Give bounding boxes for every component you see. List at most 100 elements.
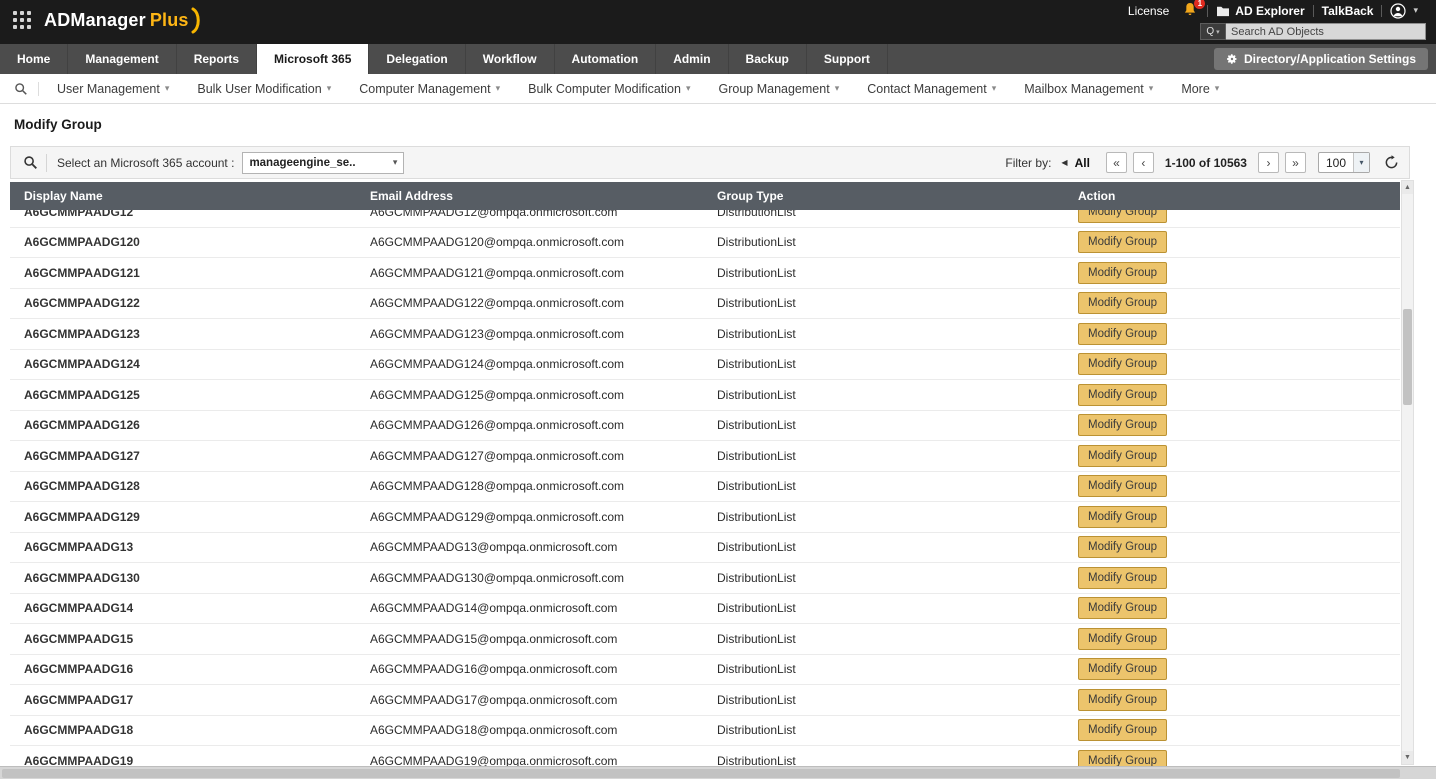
column-header-action[interactable]: Action (1064, 189, 1400, 203)
notification-badge: 1 (1194, 0, 1206, 9)
tab-management[interactable]: Management (68, 44, 177, 74)
table-row[interactable]: A6GCMMPAADG129 A6GCMMPAADG129@ompqa.onmi… (10, 502, 1400, 533)
modify-group-button[interactable]: Modify Group (1078, 475, 1168, 498)
table-row[interactable]: A6GCMMPAADG127 A6GCMMPAADG127@ompqa.onmi… (10, 441, 1400, 472)
app-launcher-icon[interactable] (13, 11, 33, 31)
tab-delegation[interactable]: Delegation (369, 44, 466, 74)
search-input[interactable] (1226, 23, 1426, 40)
modify-group-button[interactable]: Modify Group (1078, 383, 1168, 406)
cell-action: Modify Group (1064, 353, 1400, 376)
horizontal-scrollbar[interactable] (0, 766, 1436, 779)
last-page-button[interactable]: » (1284, 152, 1306, 173)
column-header-group-type[interactable]: Group Type (703, 189, 1064, 203)
modify-group-button[interactable]: Modify Group (1078, 536, 1168, 559)
table-row[interactable]: A6GCMMPAADG130 A6GCMMPAADG130@ompqa.onmi… (10, 563, 1400, 594)
table-row[interactable]: A6GCMMPAADG122 A6GCMMPAADG122@ompqa.onmi… (10, 288, 1400, 319)
modify-group-button[interactable]: Modify Group (1078, 627, 1168, 650)
cell-action: Modify Group (1064, 688, 1400, 711)
table-row[interactable]: A6GCMMPAADG126 A6GCMMPAADG126@ompqa.onmi… (10, 410, 1400, 441)
user-menu-button[interactable]: ▾ (1382, 2, 1426, 19)
main-tab-bar: Home Management Reports Microsoft 365 De… (0, 44, 1436, 74)
license-link[interactable]: License (1120, 4, 1177, 18)
subnav-label: Contact Management (867, 81, 987, 96)
tab-workflow[interactable]: Workflow (466, 44, 555, 74)
modify-group-button[interactable]: Modify Group (1078, 658, 1168, 681)
directory-application-settings-button[interactable]: Directory/Application Settings (1213, 48, 1428, 70)
tab-automation[interactable]: Automation (555, 44, 657, 74)
search-icon[interactable] (19, 155, 46, 170)
modify-group-button[interactable]: Modify Group (1078, 444, 1168, 467)
table-row[interactable]: A6GCMMPAADG19 A6GCMMPAADG19@ompqa.onmicr… (10, 746, 1400, 768)
subnav-bulk-user-modification[interactable]: Bulk User Modification ▾ (183, 82, 345, 96)
search-scope-button[interactable]: Q ▾ (1200, 23, 1226, 40)
tab-reports[interactable]: Reports (177, 44, 258, 74)
table-row[interactable]: A6GCMMPAADG124 A6GCMMPAADG124@ompqa.onmi… (10, 349, 1400, 380)
subnav-user-management[interactable]: User Management ▾ (43, 82, 183, 96)
horizontal-scrollbar-thumb[interactable] (2, 769, 1400, 778)
tab-home[interactable]: Home (0, 44, 69, 74)
scroll-down-button[interactable]: ▼ (1402, 751, 1413, 764)
scroll-up-button[interactable]: ▲ (1402, 181, 1413, 194)
first-page-button[interactable]: « (1105, 152, 1127, 173)
tab-support[interactable]: Support (807, 44, 888, 74)
vertical-scrollbar-thumb[interactable] (1403, 309, 1412, 405)
table-row[interactable]: A6GCMMPAADG16 A6GCMMPAADG16@ompqa.onmicr… (10, 654, 1400, 685)
subnav-computer-management[interactable]: Computer Management ▾ (345, 82, 514, 96)
modify-group-button[interactable]: Modify Group (1078, 210, 1168, 223)
modify-group-button[interactable]: Modify Group (1078, 353, 1168, 376)
cell-action: Modify Group (1064, 566, 1400, 589)
table-body: A6GCMMPAADG12 A6GCMMPAADG12@ompqa.onmicr… (10, 210, 1400, 768)
filter-value[interactable]: All (1075, 156, 1090, 170)
column-header-display-name[interactable]: Display Name (10, 189, 356, 203)
cell-action: Modify Group (1064, 210, 1400, 223)
modify-group-button[interactable]: Modify Group (1078, 322, 1168, 345)
table-row[interactable]: A6GCMMPAADG14 A6GCMMPAADG14@ompqa.onmicr… (10, 593, 1400, 624)
cell-display-name: A6GCMMPAADG15 (24, 631, 134, 646)
subnav-more[interactable]: More ▾ (1167, 82, 1233, 96)
cell-group-type: DistributionList (717, 296, 796, 311)
chevron-down-icon: ▾ (685, 83, 691, 93)
cell-display-name: A6GCMMPAADG128 (24, 479, 140, 494)
page-size-select[interactable]: 100 ▾ (1317, 152, 1370, 173)
tab-admin[interactable]: Admin (656, 44, 729, 74)
modify-group-button[interactable]: Modify Group (1078, 231, 1168, 254)
cell-email: A6GCMMPAADG16@ompqa.onmicrosoft.com (370, 662, 618, 677)
filter-collapse-icon[interactable]: ◀ (1061, 158, 1067, 167)
table-row[interactable]: A6GCMMPAADG13 A6GCMMPAADG13@ompqa.onmicr… (10, 532, 1400, 563)
modify-group-button[interactable]: Modify Group (1078, 566, 1168, 589)
table-row[interactable]: A6GCMMPAADG12 A6GCMMPAADG12@ompqa.onmicr… (10, 210, 1400, 228)
subnav-mailbox-management[interactable]: Mailbox Management ▾ (1010, 82, 1167, 96)
cell-action: Modify Group (1064, 658, 1400, 681)
modify-group-button[interactable]: Modify Group (1078, 292, 1168, 315)
modify-group-button[interactable]: Modify Group (1078, 597, 1168, 620)
prev-page-button[interactable]: ‹ (1132, 152, 1154, 173)
table-row[interactable]: A6GCMMPAADG128 A6GCMMPAADG128@ompqa.onmi… (10, 471, 1400, 502)
table-row[interactable]: A6GCMMPAADG18 A6GCMMPAADG18@ompqa.onmicr… (10, 715, 1400, 746)
modify-group-button[interactable]: Modify Group (1078, 688, 1168, 711)
modify-group-button[interactable]: Modify Group (1078, 505, 1168, 528)
column-header-email-address[interactable]: Email Address (356, 189, 703, 203)
modify-group-button[interactable]: Modify Group (1078, 261, 1168, 284)
table-row[interactable]: A6GCMMPAADG123 A6GCMMPAADG123@ompqa.onmi… (10, 319, 1400, 350)
quick-search-icon[interactable] (8, 82, 34, 96)
account-select[interactable]: manageengine_se.. ▾ (242, 151, 405, 174)
account-select-label: Select an Microsoft 365 account : (57, 155, 235, 170)
tab-backup[interactable]: Backup (729, 44, 807, 74)
tab-microsoft-365[interactable]: Microsoft 365 (257, 44, 370, 74)
talkback-link[interactable]: TalkBack (1314, 4, 1382, 18)
table-row[interactable]: A6GCMMPAADG120 A6GCMMPAADG120@ompqa.onmi… (10, 227, 1400, 258)
table-row[interactable]: A6GCMMPAADG121 A6GCMMPAADG121@ompqa.onmi… (10, 258, 1400, 289)
subnav-contact-management[interactable]: Contact Management ▾ (853, 82, 1010, 96)
next-page-button[interactable]: › (1257, 152, 1279, 173)
modify-group-button[interactable]: Modify Group (1078, 719, 1168, 742)
table-row[interactable]: A6GCMMPAADG125 A6GCMMPAADG125@ompqa.onmi… (10, 380, 1400, 411)
subnav-bulk-computer-modification[interactable]: Bulk Computer Modification ▾ (514, 82, 704, 96)
modify-group-button[interactable]: Modify Group (1078, 414, 1168, 437)
table-row[interactable]: A6GCMMPAADG15 A6GCMMPAADG15@ompqa.onmicr… (10, 624, 1400, 655)
ad-explorer-link[interactable]: AD Explorer (1208, 4, 1312, 18)
vertical-scrollbar[interactable]: ▲ ▼ (1401, 180, 1414, 765)
refresh-button[interactable] (1376, 155, 1401, 170)
notifications-button[interactable]: 1 (1177, 0, 1207, 20)
subnav-group-management[interactable]: Group Management ▾ (705, 82, 854, 96)
table-row[interactable]: A6GCMMPAADG17 A6GCMMPAADG17@ompqa.onmicr… (10, 685, 1400, 716)
